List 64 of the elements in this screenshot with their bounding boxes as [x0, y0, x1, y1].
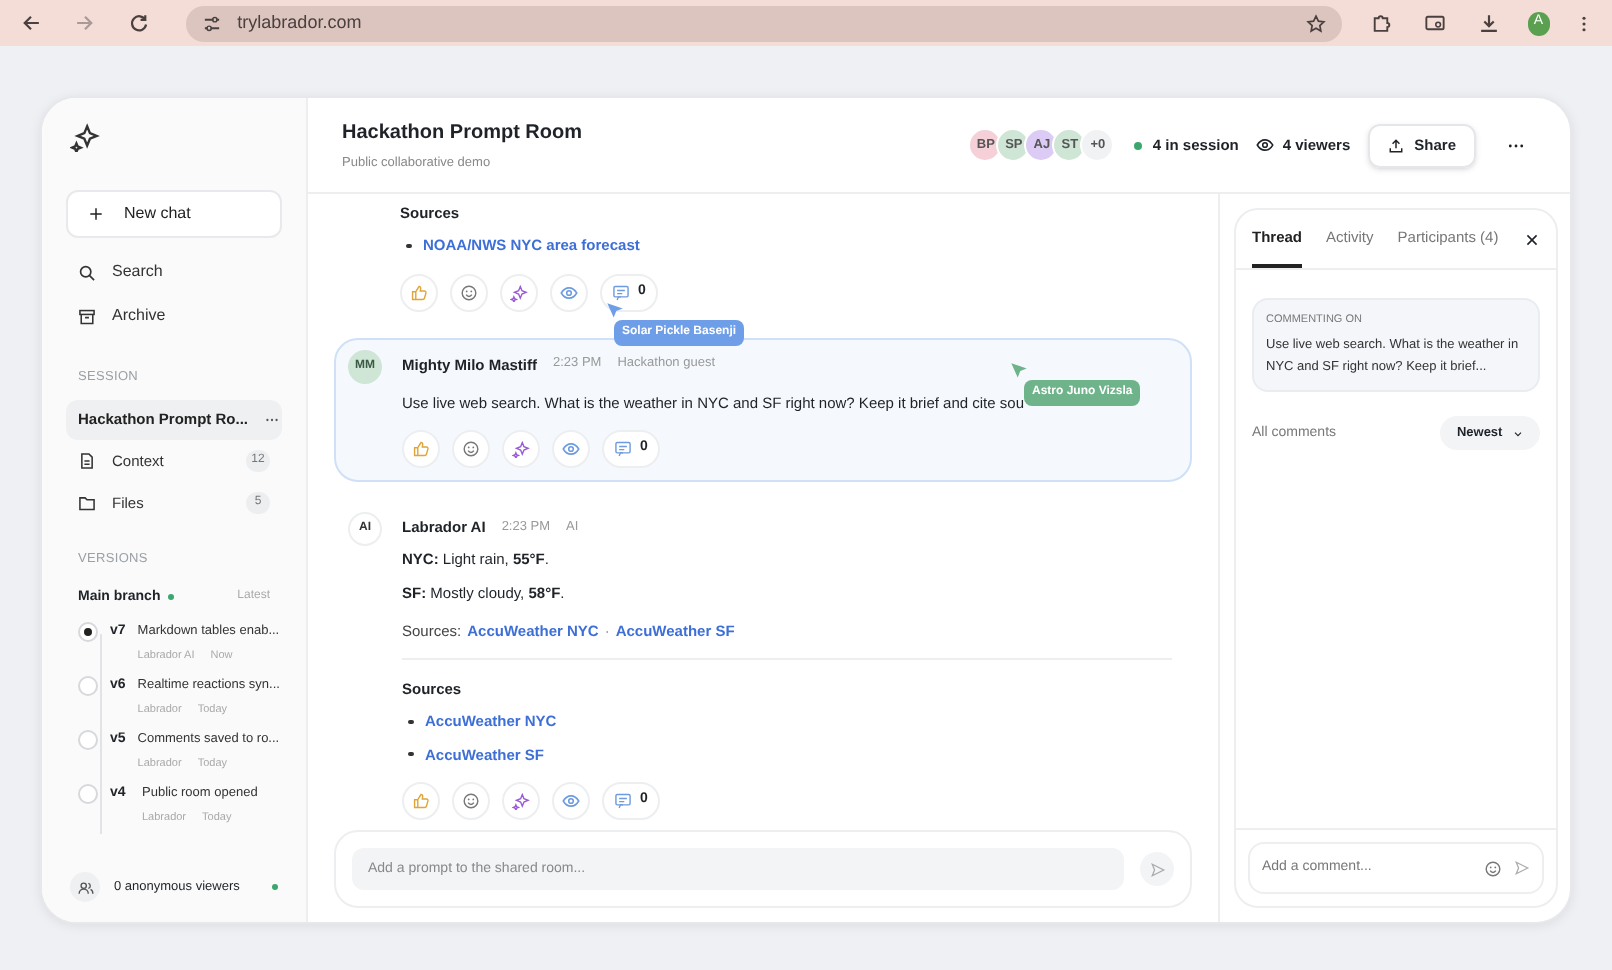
comment-icon — [614, 791, 632, 810]
reaction-button[interactable] — [452, 430, 490, 468]
eye-icon — [1256, 136, 1275, 154]
site-settings-icon — [201, 13, 222, 33]
close-button[interactable] — [1522, 230, 1541, 248]
download-icon — [1477, 12, 1500, 34]
url-text: trylabrador.com — [237, 9, 364, 36]
smiley-icon — [462, 440, 480, 458]
comment-icon — [612, 283, 630, 301]
thumbs-up-icon — [410, 283, 428, 301]
users-icon — [77, 879, 93, 895]
reaction-button[interactable] — [500, 273, 538, 311]
close-icon — [1523, 231, 1540, 247]
smiley-icon — [462, 791, 480, 810]
reaction-button[interactable] — [450, 273, 488, 311]
bullet — [408, 719, 413, 725]
extensions-icon — [1369, 12, 1392, 34]
version-radio[interactable] — [78, 730, 98, 750]
new-chat-button[interactable]: New chat — [66, 190, 282, 238]
send-icon — [1514, 860, 1531, 876]
reaction-button[interactable] — [502, 430, 540, 468]
sparkle-icon — [510, 283, 528, 301]
comment-icon — [614, 440, 632, 458]
reaction-button[interactable] — [552, 781, 590, 820]
reaction-button[interactable] — [452, 781, 490, 820]
bullet — [406, 243, 411, 249]
send-button[interactable] — [1140, 852, 1174, 886]
version-radio[interactable] — [78, 676, 98, 696]
eye-icon — [560, 283, 578, 301]
reaction-button[interactable] — [552, 430, 590, 468]
sparkle-logo-icon — [70, 122, 100, 152]
smiley-icon — [1484, 859, 1503, 877]
reaction-button[interactable] — [402, 430, 440, 468]
sparkle-icon — [512, 791, 530, 810]
chevron-down-icon — [1512, 427, 1525, 440]
forward-icon — [73, 12, 96, 34]
plus-icon — [88, 206, 104, 222]
eye-icon — [562, 791, 580, 810]
sparkle-icon — [512, 440, 530, 458]
document-icon — [78, 452, 96, 471]
tab-search-icon — [1423, 12, 1446, 34]
reaction-button[interactable] — [402, 781, 440, 820]
smiley-icon — [460, 283, 478, 301]
version-radio[interactable] — [78, 784, 98, 804]
archive-icon — [78, 307, 96, 325]
thumbs-up-icon — [412, 440, 430, 458]
back-icon — [19, 12, 42, 34]
version-radio[interactable] — [78, 622, 98, 642]
eye-icon — [562, 440, 580, 458]
room-title: Hackathon Prompt Room — [342, 119, 585, 148]
thumbs-up-icon — [412, 791, 430, 810]
reaction-button[interactable] — [502, 781, 540, 820]
bookmark-star-icon — [1305, 13, 1326, 33]
archive-link[interactable]: Archive — [66, 294, 282, 338]
folder-icon — [78, 494, 96, 513]
send-icon — [1149, 861, 1165, 877]
search-icon — [78, 263, 96, 281]
upload-icon — [1388, 137, 1405, 153]
address-bar[interactable]: trylabrador.com — [185, 5, 1342, 41]
search-link[interactable]: Search — [66, 250, 282, 294]
bullet — [408, 751, 413, 757]
reload-icon — [127, 12, 150, 34]
reaction-button[interactable] — [550, 273, 588, 311]
reaction-button[interactable] — [400, 273, 438, 311]
